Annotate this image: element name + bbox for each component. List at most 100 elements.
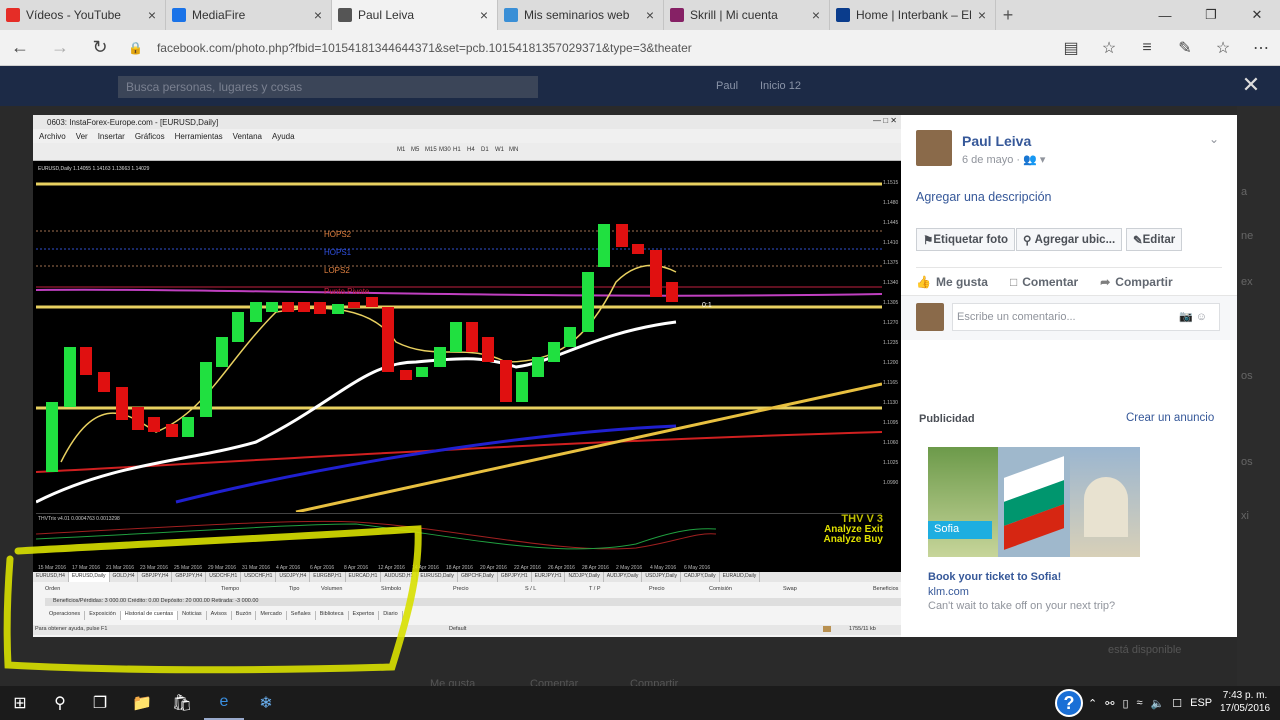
share-button[interactable]: ➦ Compartir [1100, 275, 1172, 289]
share-icon[interactable]: ☆ [1204, 30, 1242, 66]
timeframe-button[interactable]: M1 [397, 147, 405, 153]
browser-tab[interactable]: Mis seminarios web × [498, 0, 664, 30]
refresh-button[interactable]: ↻ [80, 30, 120, 66]
add-description-link[interactable]: Agregar una descripción [916, 190, 1052, 204]
help-icon[interactable]: ? [1055, 689, 1083, 717]
web-note-icon[interactable]: ✎ [1166, 30, 1204, 66]
terminal-column-header[interactable]: Swap [783, 586, 797, 592]
tag-photo-button[interactable]: ⚑ Etiquetar foto [916, 228, 1016, 251]
symbol-tab[interactable]: AUDJPY,Daily [604, 572, 643, 582]
symbol-tab[interactable]: NZDJPY,Daily [565, 572, 604, 582]
emoji-icon[interactable]: ☺ [1196, 311, 1207, 323]
mt4-menu-item[interactable]: Insertar [98, 132, 125, 141]
facebook-search-input[interactable]: Busca personas, lugares y cosas [118, 76, 538, 98]
search-icon[interactable]: ⚲ [40, 686, 80, 720]
browser-tab[interactable]: Paul Leiva × [332, 0, 498, 30]
url-field[interactable]: 🔒 facebook.com/photo.php?fbid=1015418134… [128, 41, 1052, 55]
photo-viewer[interactable]: 0603: InstaForex-Europe.com - [EURUSD,Da… [3, 115, 901, 674]
tab-label: Vídeos - YouTube [26, 8, 121, 22]
add-location-button[interactable]: ⚲ Agregar ubic... [1016, 228, 1123, 251]
wifi-icon[interactable]: ≈ [1137, 697, 1143, 709]
ad-image[interactable]: Sofia [928, 447, 1140, 557]
mt4-menu-item[interactable]: Gráficos [135, 132, 165, 141]
mt4-menu-item[interactable]: Ventana [233, 132, 262, 141]
language-indicator[interactable]: ESP [1190, 697, 1212, 709]
terminal-column-header[interactable]: S / L [525, 586, 536, 592]
facebook-home-link[interactable]: Inicio 12 [760, 80, 801, 92]
terminal-column-header[interactable]: Comisión [709, 586, 732, 592]
mt4-menu-item[interactable]: Ayuda [272, 132, 295, 141]
timeframe-button[interactable]: MN [509, 147, 518, 153]
close-tab-icon[interactable]: × [643, 7, 657, 23]
bear-candle [348, 302, 360, 308]
comment-button[interactable]: □ Comentar [1010, 275, 1078, 289]
timeframe-button[interactable]: M30 [439, 147, 451, 153]
symbol-tab[interactable]: EURJPY,H1 [532, 572, 566, 582]
symbol-tab[interactable]: GBPJPY,H1 [498, 572, 532, 582]
minimize-button[interactable]: — [1142, 0, 1188, 30]
terminal-column-header[interactable]: T / P [589, 586, 601, 592]
avatar[interactable] [916, 130, 952, 166]
favorite-star-icon[interactable]: ☆ [1090, 30, 1128, 66]
close-tab-icon[interactable]: × [145, 7, 159, 23]
close-tab-icon[interactable]: × [809, 7, 823, 23]
battery-icon[interactable]: ▯ [1122, 697, 1128, 710]
camera-icon[interactable]: 📷 [1179, 311, 1193, 323]
symbol-tab[interactable]: USDJPY,Daily [642, 572, 681, 582]
volume-icon[interactable]: 🔈 [1151, 697, 1165, 710]
edit-button[interactable]: ✎ Editar [1126, 228, 1183, 251]
ad-title[interactable]: Book your ticket to Sofia! [928, 571, 1061, 583]
edge-icon[interactable]: e [204, 686, 244, 720]
timeframe-button[interactable]: H4 [467, 147, 475, 153]
browser-tab[interactable]: Skrill | Mi cuenta × [664, 0, 830, 30]
store-icon[interactable]: 🛍 [162, 686, 202, 720]
timeframe-button[interactable]: D1 [481, 147, 489, 153]
symbol-tab[interactable]: CADJPY,Daily [681, 572, 720, 582]
close-photo-icon[interactable]: ✕ [1240, 74, 1262, 96]
timeframe-button[interactable]: W1 [495, 147, 504, 153]
close-window-button[interactable]: ✕ [1234, 0, 1280, 30]
people-icon[interactable]: ⚯ [1105, 697, 1114, 710]
forward-button[interactable]: → [40, 30, 80, 66]
clock[interactable]: 7:43 p. m. 17/05/2016 [1215, 689, 1275, 715]
mt4-menu-item[interactable]: Archivo [39, 132, 66, 141]
new-tab-button[interactable]: + [996, 0, 1020, 30]
snowflake-app-icon[interactable]: ❄ [246, 686, 286, 720]
reading-view-icon[interactable]: ▤ [1052, 30, 1090, 66]
maximize-button[interactable]: ❐ [1188, 0, 1234, 30]
close-tab-icon[interactable]: × [311, 7, 325, 23]
back-button[interactable]: ← [0, 30, 40, 66]
ad-url[interactable]: klm.com [928, 586, 969, 598]
mt4-menu-item[interactable]: Herramientas [175, 132, 223, 141]
bear-candle [148, 417, 160, 432]
like-button[interactable]: 👍 Me gusta [916, 275, 988, 289]
browser-tab[interactable]: MediaFire × [166, 0, 332, 30]
symbol-tab[interactable]: EURAUD,Daily [720, 572, 761, 582]
windows-start-icon[interactable]: ⊞ [0, 686, 40, 720]
close-tab-icon[interactable]: × [975, 7, 989, 23]
facebook-user-link[interactable]: Paul [716, 80, 738, 92]
bull-candle [64, 347, 76, 407]
file-explorer-icon[interactable]: 📁 [122, 686, 162, 720]
symbol-tab[interactable]: GBPCHF,Daily [458, 572, 498, 582]
hub-icon[interactable]: ≡ [1128, 30, 1166, 66]
tray-chevron-icon[interactable]: ⌃ [1088, 697, 1097, 710]
more-icon[interactable]: ⋯ [1242, 30, 1280, 66]
chevron-down-icon[interactable]: ⌄ [1209, 132, 1219, 146]
terminal-column-header[interactable]: Precio [649, 586, 665, 592]
create-ad-link[interactable]: Crear un anuncio [1126, 412, 1214, 424]
timeframe-button[interactable]: M5 [411, 147, 419, 153]
terminal-column-header[interactable]: Beneficios [873, 586, 898, 592]
price-tick: 1.1165 [883, 380, 898, 386]
author-name[interactable]: Paul Leiva [962, 133, 1031, 149]
task-view-icon[interactable]: ❐ [80, 686, 120, 720]
add-location-label: Agregar ubic... [1034, 233, 1116, 246]
close-tab-icon[interactable]: × [477, 7, 491, 23]
notification-icon[interactable]: ☐ [1172, 697, 1182, 710]
mt4-menu-item[interactable]: Ver [76, 132, 88, 141]
timeframe-button[interactable]: H1 [453, 147, 461, 153]
audience-icon[interactable]: 👥 ▾ [1023, 154, 1045, 166]
timeframe-button[interactable]: M15 [425, 147, 437, 153]
browser-tab[interactable]: Home | Interbank – El tiemp× [830, 0, 996, 30]
browser-tab[interactable]: Vídeos - YouTube × [0, 0, 166, 30]
